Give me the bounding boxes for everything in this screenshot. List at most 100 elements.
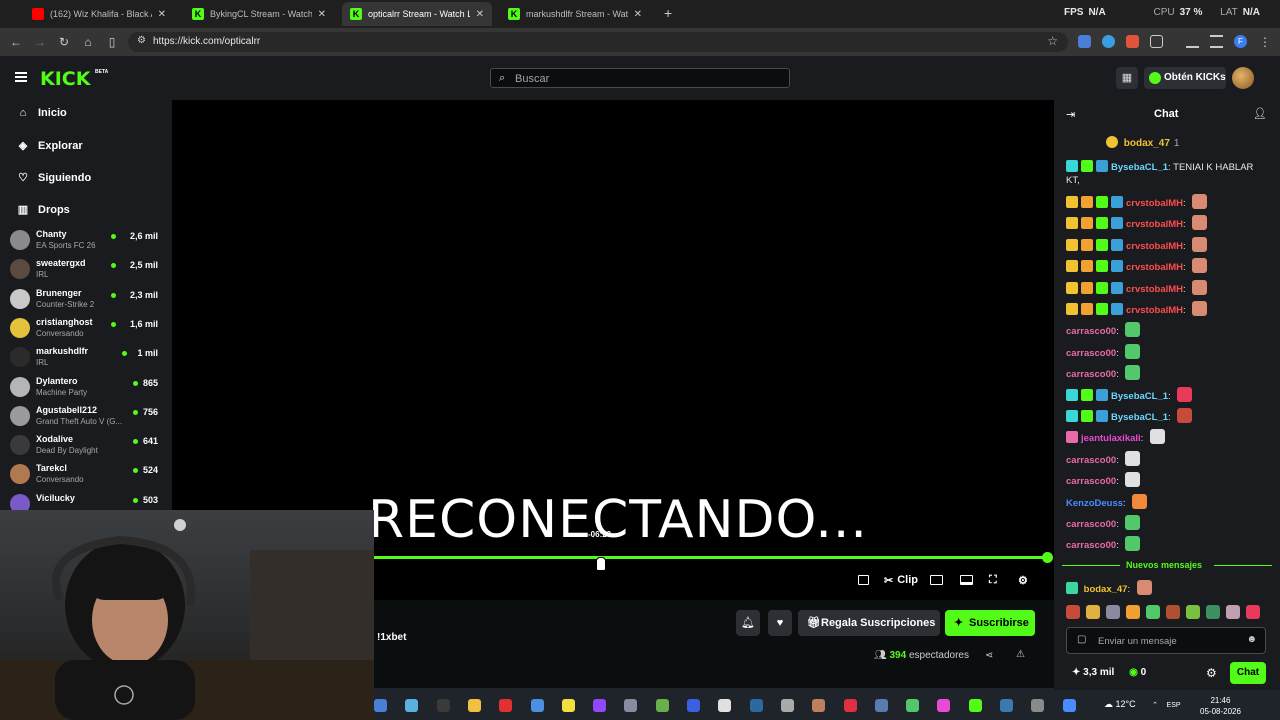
taskbar-capcut-icon[interactable] [718,699,732,712]
taskbar-notes-icon[interactable] [561,699,575,712]
taskbar-app6-icon[interactable] [874,699,888,712]
taskbar-steam-icon[interactable] [1000,699,1013,712]
taskbar-explorer-icon[interactable] [467,699,481,712]
quick-emote[interactable] [1186,605,1200,619]
chat-username[interactable]: carrasco00 [1066,348,1116,359]
captions-icon[interactable] [930,573,943,587]
chat-message[interactable]: carrasco00: [1066,343,1266,360]
taskbar-app3-icon[interactable] [749,699,763,712]
chat-message[interactable]: crvstobalMH: [1066,194,1266,210]
sidebar-channel[interactable]: sweatergxd IRL 2,5 mil [10,257,162,286]
theater-mode-icon[interactable] [858,573,869,587]
collapse-chat-icon[interactable]: ⇥ [1066,108,1075,121]
quick-emote[interactable] [1126,605,1140,619]
pinned-gifter[interactable]: bodax_47 1 [1106,136,1179,149]
sidebar-nav-siguiendo[interactable]: ♡ Siguiendo [16,171,91,185]
extension-blue-icon[interactable] [1102,35,1115,48]
chat-message[interactable]: carrasco00: [1066,322,1266,338]
taskbar-tiktok-icon[interactable] [937,699,951,712]
split-view-icon[interactable]: ▯ [105,35,119,49]
close-tab-icon[interactable]: ✕ [634,9,642,20]
extension-red-icon[interactable] [1126,35,1139,48]
chat-input[interactable]: ▢ Enviar un mensaje ☻ [1066,627,1266,654]
browser-tab[interactable]: Kmarkushdlfr Stream - Watch Liv ✕ [500,2,650,26]
share-icon[interactable]: ⋖ [985,650,993,661]
browser-tab[interactable]: (162) Wiz Khalifa - Black And Ye ✕ [24,2,174,26]
taskbar-blank-icon[interactable] [436,699,450,712]
settings-gear-icon[interactable]: ⚙ [1018,573,1028,587]
browser-menu-icon[interactable]: ⋮ [1258,35,1272,49]
reload-icon[interactable]: ↻ [57,35,71,49]
close-tab-icon[interactable]: ✕ [158,9,166,20]
chat-username[interactable]: carrasco00 [1066,326,1116,337]
chat-message[interactable]: carrasco00: [1066,472,1266,488]
seek-handle[interactable] [1042,552,1053,563]
profile-icon[interactable]: F [1234,35,1247,48]
translate-icon[interactable] [1078,35,1091,48]
menu-hamburger-icon[interactable] [15,72,27,82]
chat-username[interactable]: bodax_47 [1084,584,1128,595]
taskbar-opera-icon[interactable] [499,699,513,712]
chat-message[interactable]: carrasco00: [1066,536,1266,552]
chat-username[interactable]: carrasco00 [1066,540,1116,551]
chat-send-button[interactable]: Chat [1230,662,1266,684]
browser-tab[interactable]: K BykingCL Stream - Watch Live o ✕ [184,2,334,26]
chat-message[interactable]: carrasco00: [1066,515,1266,531]
chat-message[interactable]: crvstobalMH: [1066,279,1266,296]
taskbar-settings-icon[interactable] [780,699,794,712]
chat-message[interactable]: crvstobalMH: [1066,258,1266,274]
chat-message[interactable]: carrasco00: [1066,450,1266,467]
taskbar-chrome-icon[interactable] [1062,699,1076,712]
extensions-puzzle-icon[interactable] [1150,35,1163,48]
sidebar-nav-drops[interactable]: ▥ Drops [16,203,70,217]
back-icon[interactable]: ← [9,35,23,49]
taskbar-zoom-icon[interactable] [687,699,700,712]
quick-emote[interactable] [1066,605,1080,619]
chat-username[interactable]: carrasco00 [1066,369,1116,380]
sidebar-channel[interactable]: Brunenger Counter-Strike 2 2,3 mil [10,287,162,316]
emoji-picker-icon[interactable]: ☻ [1246,634,1257,645]
kick-logo[interactable]: KICK [40,68,90,90]
chat-username[interactable]: BysebaCL_1 [1111,412,1168,423]
quick-emote[interactable] [1226,605,1240,619]
sidebar-channel[interactable]: Dylantero Machine Party 865 [10,375,162,404]
clip-button[interactable]: ✂ Clip [884,573,918,587]
bookmark-star-icon[interactable]: ☆ [1047,34,1058,48]
taskbar-search-icon[interactable] [374,699,387,712]
chat-username[interactable]: BysebaCL_1 [1111,162,1168,173]
forward-icon[interactable]: → [33,35,47,49]
new-tab-button[interactable]: + [664,5,672,21]
chat-message[interactable]: crvstobalMH: [1066,236,1266,253]
quick-emote[interactable] [1246,605,1260,619]
sidebar-nav-explorar[interactable]: ◈ Explorar [16,139,83,153]
chat-settings-icon[interactable]: ⚙ [1206,666,1217,680]
taskbar-copilot-icon[interactable] [530,699,544,712]
chat-message[interactable]: jeantulaxikali: [1066,429,1266,445]
quick-emote[interactable] [1206,605,1220,619]
quick-emote[interactable] [1086,605,1100,619]
follow-heart-button[interactable]: ♥ [768,610,792,636]
reading-list-icon[interactable] [1210,35,1223,48]
seek-bar[interactable] [374,556,1048,559]
chat-message[interactable]: BysebaCL_1: TENIAI K HABLAR KT, [1066,160,1266,187]
sidebar-channel[interactable]: Xodalive Dead By Daylight 641 [10,433,162,462]
miniplayer-icon[interactable] [960,573,973,587]
chat-username[interactable]: crvstobalMH [1126,241,1183,252]
taskbar-app8-icon[interactable] [1031,699,1045,712]
keyboard-lang[interactable]: ESP [1167,702,1181,709]
chat-message-last[interactable]: bodax_47: [1066,580,1266,596]
chat-message[interactable]: KenzoDeuss: [1066,493,1266,510]
chat-username[interactable]: carrasco00 [1066,455,1116,466]
close-tab-icon[interactable]: ✕ [318,9,326,20]
notifications-bell-button[interactable]: 🔔︎ [736,610,760,636]
chat-username[interactable]: crvstobalMH [1126,284,1183,295]
taskbar-app2-icon[interactable] [655,699,669,712]
quick-emote[interactable] [1146,605,1160,619]
taskbar-app4-icon[interactable] [812,699,826,712]
home-icon[interactable]: ⌂ [81,35,95,49]
taskbar-app-icon[interactable] [624,699,638,712]
close-tab-icon[interactable]: ✕ [476,9,484,20]
site-info-icon[interactable]: ⚙ [137,35,146,46]
chat-username[interactable]: crvstobalMH [1126,305,1183,316]
chat-username[interactable]: carrasco00 [1066,519,1116,530]
